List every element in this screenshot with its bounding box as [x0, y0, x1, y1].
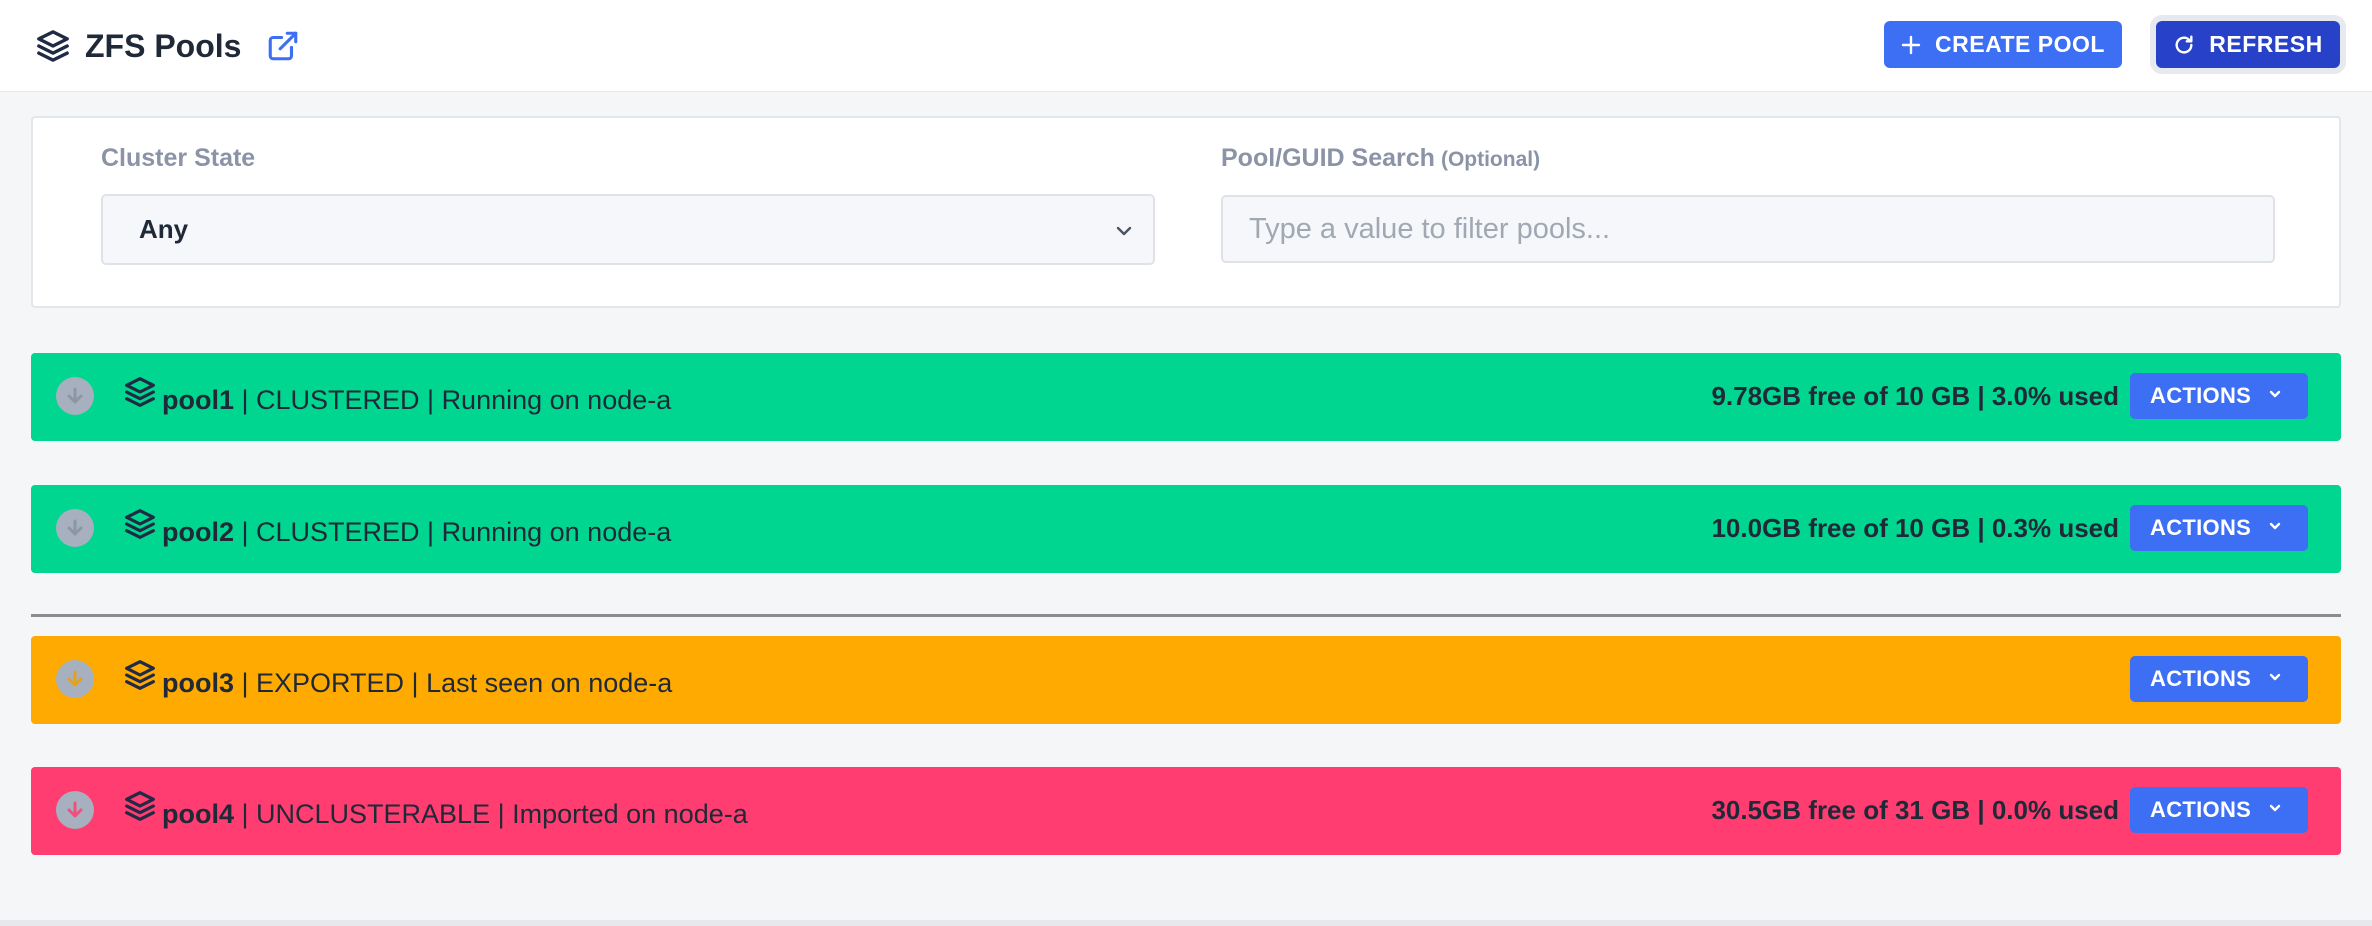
cluster-state-select[interactable]: Any	[101, 194, 1155, 265]
pool-label: pool3 | EXPORTED | Last seen on node-a	[162, 668, 672, 699]
chevron-down-icon	[2268, 803, 2282, 813]
pool-details: | EXPORTED | Last seen on node-a	[234, 668, 673, 698]
pool-details: | UNCLUSTERABLE | Imported on node-a	[234, 799, 748, 829]
actions-label: ACTIONS	[2150, 666, 2252, 691]
search-optional-hint: (Optional)	[1440, 148, 1541, 171]
refresh-label: REFRESH	[2209, 31, 2323, 57]
pool-name: pool4	[162, 799, 234, 829]
footer-edge	[0, 920, 2372, 926]
pool-usage: 10.0GB free of 10 GB | 0.3% used	[1711, 513, 2119, 543]
pool-name: pool1	[162, 385, 234, 415]
layers-icon	[122, 657, 158, 693]
cluster-state-label: Cluster State	[101, 144, 255, 173]
pool-row: pool1 | CLUSTERED | Running on node-a 9.…	[31, 353, 2341, 441]
create-pool-button[interactable]: CREATE POOL	[1884, 21, 2122, 68]
layers-icon	[122, 374, 158, 410]
pool-label: pool1 | CLUSTERED | Running on node-a	[162, 385, 671, 416]
pool-search-input[interactable]	[1221, 195, 2275, 263]
chevron-down-icon	[1113, 220, 1135, 242]
top-bar: ZFS Pools CREATE POOL REFRESH	[0, 0, 2372, 92]
actions-button[interactable]: ACTIONS	[2130, 505, 2308, 551]
pool-usage: 9.78GB free of 10 GB | 3.0% used	[1711, 381, 2119, 411]
layers-icon	[33, 26, 73, 66]
refresh-icon	[2173, 34, 2195, 56]
pool-label: pool4 | UNCLUSTERABLE | Imported on node…	[162, 799, 748, 830]
page-title: ZFS Pools	[85, 27, 242, 64]
pool-row: pool4 | UNCLUSTERABLE | Imported on node…	[31, 767, 2341, 855]
layers-icon	[122, 506, 158, 542]
filter-panel: Cluster State Any Pool/GUID Search (Optio…	[31, 116, 2341, 308]
chevron-down-icon	[2268, 672, 2282, 682]
chevron-down-icon	[2268, 389, 2282, 399]
pool-label: pool2 | CLUSTERED | Running on node-a	[162, 517, 671, 548]
search-label-text: Pool/GUID Search	[1221, 144, 1435, 172]
pool-name: pool3	[162, 668, 234, 698]
pool-details: | CLUSTERED | Running on node-a	[234, 385, 672, 415]
actions-label: ACTIONS	[2150, 515, 2252, 540]
search-label: Pool/GUID Search (Optional)	[1221, 144, 1540, 173]
pool-row: pool2 | CLUSTERED | Running on node-a 10…	[31, 485, 2341, 573]
cluster-state-label-text: Cluster State	[101, 144, 256, 172]
plus-icon	[1901, 35, 1921, 55]
divider	[31, 614, 2341, 617]
brand: ZFS Pools	[33, 22, 303, 70]
layers-icon	[122, 788, 158, 824]
actions-button[interactable]: ACTIONS	[2130, 787, 2308, 833]
pool-name: pool2	[162, 517, 234, 547]
arrow-down-circle-icon[interactable]	[56, 509, 94, 547]
arrow-down-circle-icon[interactable]	[56, 377, 94, 415]
pool-usage: 30.5GB free of 31 GB | 0.0% used	[1711, 795, 2119, 825]
cluster-state-value: Any	[139, 214, 189, 244]
external-link-icon[interactable]	[263, 26, 303, 66]
actions-label: ACTIONS	[2150, 797, 2252, 822]
pool-details: | CLUSTERED | Running on node-a	[234, 517, 672, 547]
create-pool-label: CREATE POOL	[1935, 31, 2105, 57]
actions-label: ACTIONS	[2150, 383, 2252, 408]
actions-button[interactable]: ACTIONS	[2130, 656, 2308, 702]
refresh-button[interactable]: REFRESH	[2156, 21, 2340, 68]
arrow-down-circle-icon[interactable]	[56, 660, 94, 698]
pool-row: pool3 | EXPORTED | Last seen on node-a A…	[31, 636, 2341, 724]
arrow-down-circle-icon[interactable]	[56, 791, 94, 829]
chevron-down-icon	[2268, 521, 2282, 531]
actions-button[interactable]: ACTIONS	[2130, 373, 2308, 419]
